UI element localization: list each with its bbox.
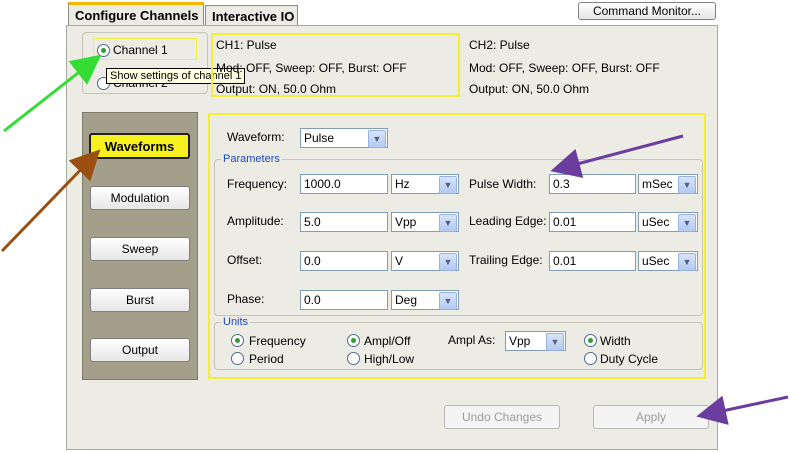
green-arrow [3,54,102,133]
brown-arrow [0,149,101,253]
purple-arrow-bottom [696,395,789,425]
purple-arrow-top [550,134,684,178]
annotation-arrows [0,54,789,425]
